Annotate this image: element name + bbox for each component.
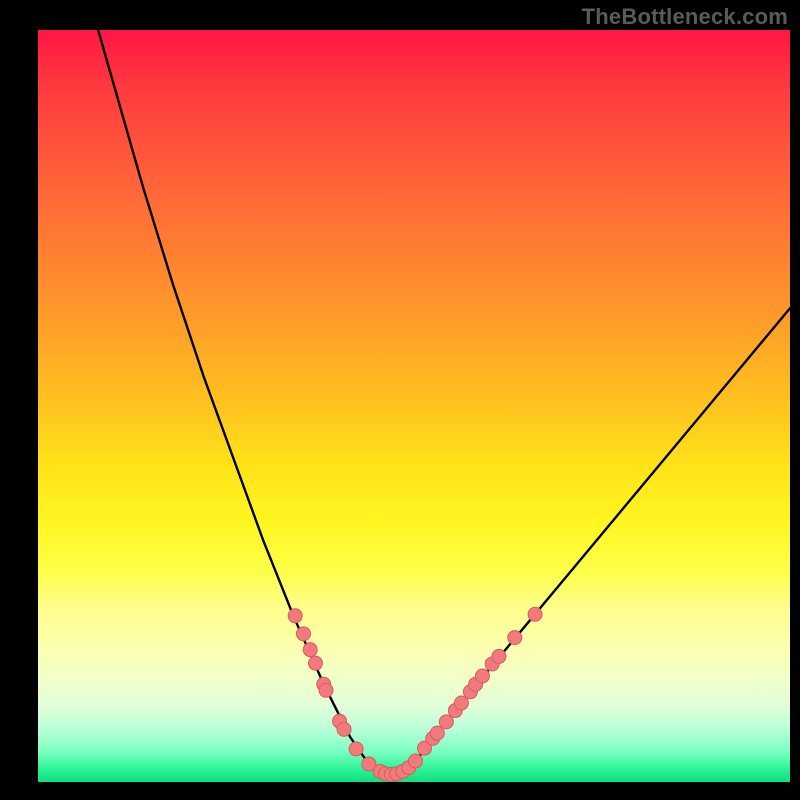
- bottleneck-curve: [98, 30, 790, 774]
- data-point: [337, 722, 351, 736]
- data-point: [409, 754, 423, 768]
- data-point: [349, 742, 363, 756]
- watermark-label: TheBottleneck.com: [582, 4, 788, 30]
- data-point: [475, 669, 489, 683]
- data-point: [528, 607, 542, 621]
- data-point: [303, 643, 317, 657]
- highlighted-data-points: [288, 607, 542, 781]
- data-point: [430, 726, 444, 740]
- data-point: [439, 715, 453, 729]
- bottleneck-curve-layer: [38, 30, 790, 782]
- data-point: [492, 649, 506, 663]
- data-point: [296, 627, 310, 641]
- chart-frame: TheBottleneck.com: [0, 0, 800, 800]
- data-point: [319, 683, 333, 697]
- bottleneck-curve-path: [98, 30, 790, 774]
- data-point: [308, 656, 322, 670]
- data-point: [454, 696, 468, 710]
- data-point: [508, 631, 522, 645]
- data-point: [288, 609, 302, 623]
